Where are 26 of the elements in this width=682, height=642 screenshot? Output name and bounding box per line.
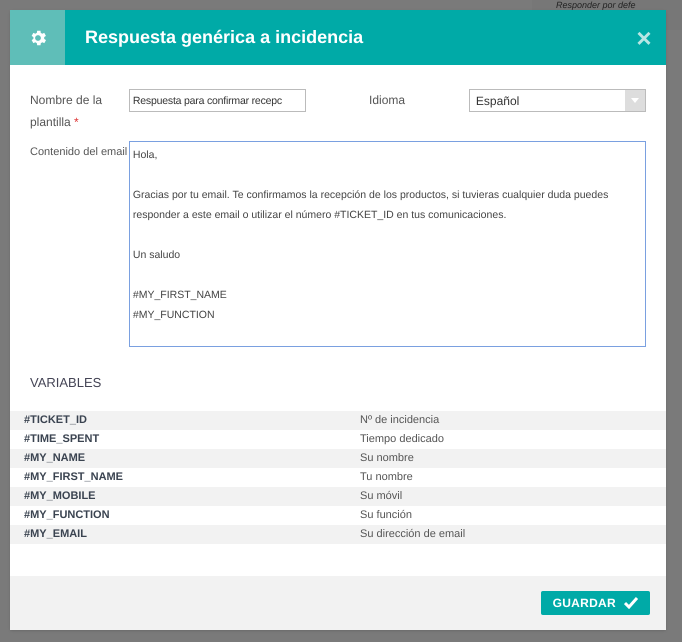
variable-name: #MY_FUNCTION — [23, 508, 111, 523]
background-text: Responder por defe — [556, 0, 636, 10]
variable-description: Nº de incidencia — [360, 412, 440, 428]
variable-description: Tiempo dedicado — [360, 432, 444, 447]
email-content-field[interactable]: Hola, Gracias por tu email. Te confirmamos la recepción de los productos, si tuvieras cualquier duda puedes responder a este email o utilizar el número #TICKET_ID en tus comunicaciones. Un saludo #MY_FIRST_NAME #MY_FUNCTION — [128, 141, 646, 347]
variable-description: Su móvil — [360, 488, 402, 504]
dropdown-caret-icon — [630, 98, 639, 103]
required-mark: * — [74, 115, 79, 129]
variable-name: #MY_FIRST_NAME — [23, 470, 124, 485]
variable-name: #MY_NAME — [23, 450, 86, 466]
dialog-title: Respuesta genérica a incidencia — [85, 26, 364, 49]
variable-description: Su función — [360, 508, 412, 523]
variable-name: #TIME_SPENT — [23, 432, 100, 447]
field-label: Nombre de la plantilla * — [30, 92, 104, 131]
variable-name: #MY_EMAIL — [23, 526, 88, 542]
section-title: VARIABLES — [29, 374, 102, 392]
variable-description: Tu nombre — [360, 470, 413, 485]
field-label: Idioma — [369, 92, 406, 109]
variable-description: Su nombre — [360, 450, 414, 466]
language-select[interactable]: Español — [468, 89, 646, 112]
variable-name: #MY_MOBILE — [23, 488, 97, 504]
variable-name: #TICKET_ID — [23, 412, 88, 428]
field-label: Contenido del email — [30, 145, 128, 160]
variable-description: Su dirección de email — [360, 526, 466, 542]
checkmark-icon — [624, 597, 638, 609]
template-name-field[interactable]: Respuesta para confirmar recepc — [128, 89, 306, 112]
